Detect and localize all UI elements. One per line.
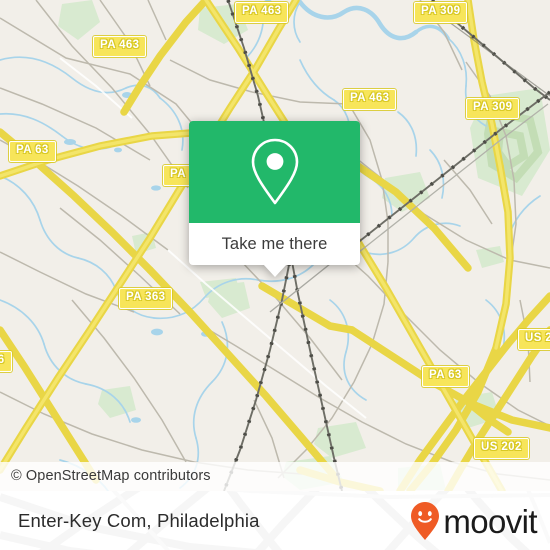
footer-bar: Enter-Key Com, Philadelphia moovit: [0, 491, 550, 550]
road-shield: 76: [0, 351, 12, 372]
moovit-wordmark: moovit: [443, 503, 537, 540]
moovit-logo[interactable]: moovit: [410, 491, 538, 550]
location-popup-card[interactable]: Take me there: [189, 121, 360, 277]
road-shield: PA 463: [235, 2, 289, 23]
road-shield: PA 309: [466, 98, 520, 119]
moovit-map-screenshot: PA 463 PA 463 PA 309 PA 463 PA 309 PA 63 PA PA …: [0, 0, 550, 550]
road-shield: PA 463: [93, 36, 147, 57]
road-shield: PA 463: [343, 89, 397, 110]
popup-tail-pointer: [262, 264, 287, 277]
road-shield: US 2: [518, 329, 550, 350]
popup-icon-area: [189, 121, 360, 223]
osm-attribution: © OpenStreetMap contributors: [0, 462, 550, 491]
popup-action-area[interactable]: Take me there: [189, 223, 360, 277]
moovit-smiley-pin-icon: [411, 501, 440, 540]
road-shield: US 202: [474, 438, 529, 459]
road-shield: PA 309: [414, 2, 468, 23]
place-title: Enter-Key Com, Philadelphia: [18, 510, 260, 531]
road-shield: PA 363: [119, 288, 173, 309]
take-me-there-button[interactable]: Take me there: [222, 235, 328, 254]
road-shield: PA 63: [9, 141, 56, 162]
map-pin-icon: [251, 138, 298, 205]
road-shield: PA 63: [422, 366, 469, 387]
